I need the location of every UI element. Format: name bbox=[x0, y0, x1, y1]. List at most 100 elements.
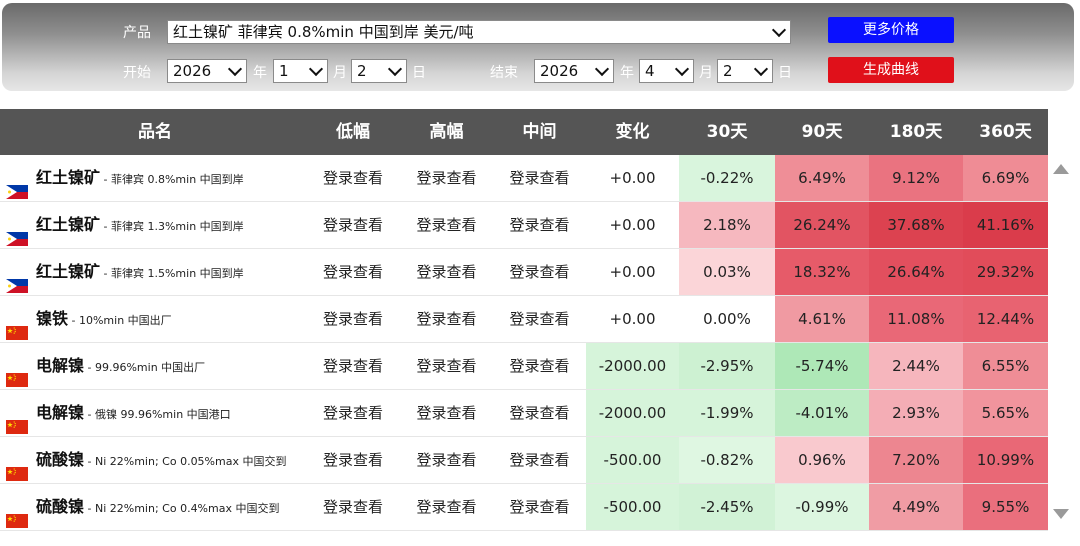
start-year-select[interactable]: 2026 bbox=[167, 59, 247, 83]
low-price-login[interactable]: 登录查看 bbox=[306, 484, 400, 530]
product-name[interactable]: 红土镍矿 - 菲律宾 1.3%min 中国到岸 bbox=[36, 202, 244, 250]
product-spec: 菲律宾 1.3%min 中国到岸 bbox=[110, 220, 244, 233]
table-row-4[interactable]: 镍铁 - 10%min 中国出厂 登录查看 登录查看 登录查看 +0.00 0.… bbox=[0, 296, 1048, 343]
high-price-login[interactable]: 登录查看 bbox=[400, 390, 493, 436]
header-360d[interactable]: 360天 bbox=[963, 109, 1048, 155]
header-30d[interactable]: 30天 bbox=[679, 109, 775, 155]
product-name[interactable]: 红土镍矿 - 菲律宾 1.5%min 中国到岸 bbox=[36, 249, 244, 297]
product-spec: 10%min 中国出厂 bbox=[78, 314, 172, 327]
chevron-down-icon bbox=[753, 61, 769, 77]
product-name[interactable]: 电解镍 - 99.96%min 中国出厂 bbox=[36, 343, 205, 391]
change-180d: 11.08% bbox=[869, 296, 963, 342]
start-month-select[interactable]: 1 bbox=[273, 59, 328, 83]
product-spec: 俄镍 99.96%min 中国港口 bbox=[94, 408, 231, 421]
change-90d: 4.61% bbox=[775, 296, 869, 342]
end-year-select[interactable]: 2026 bbox=[534, 59, 614, 83]
product-name[interactable]: 电解镍 - 俄镍 99.96%min 中国港口 bbox=[36, 390, 231, 438]
change-30d: -0.82% bbox=[679, 437, 775, 483]
start-label: 开始 bbox=[123, 65, 151, 81]
mid-price-login[interactable]: 登录查看 bbox=[493, 343, 586, 389]
product-name-cell[interactable]: 镍铁 - 10%min 中国出厂 bbox=[0, 296, 310, 342]
high-price-login[interactable]: 登录查看 bbox=[400, 249, 493, 295]
table-row-6[interactable]: 电解镍 - 俄镍 99.96%min 中国港口 登录查看 登录查看 登录查看 -… bbox=[0, 390, 1048, 437]
change-360d: 10.99% bbox=[963, 437, 1048, 483]
high-price-login[interactable]: 登录查看 bbox=[400, 437, 493, 483]
table-row-5[interactable]: 电解镍 - 99.96%min 中国出厂 登录查看 登录查看 登录查看 -200… bbox=[0, 343, 1048, 390]
china-flag-icon bbox=[6, 453, 28, 481]
low-price-login[interactable]: 登录查看 bbox=[306, 296, 400, 342]
product-title: 硫酸镍 bbox=[36, 450, 85, 469]
product-separator: - bbox=[84, 408, 95, 421]
change-30d: -1.99% bbox=[679, 390, 775, 436]
header-180d[interactable]: 180天 bbox=[869, 109, 963, 155]
product-name[interactable]: 硫酸镍 - Ni 22%min; Co 0.4%max 中国交到 bbox=[36, 484, 279, 532]
mid-price-login[interactable]: 登录查看 bbox=[493, 249, 586, 295]
mid-price-login[interactable]: 登录查看 bbox=[493, 155, 586, 201]
start-day-select[interactable]: 2 bbox=[351, 59, 407, 83]
change-value: +0.00 bbox=[586, 155, 679, 201]
header-high[interactable]: 高幅 bbox=[400, 109, 493, 155]
product-select[interactable]: 红土镍矿 菲律宾 0.8%min 中国到岸 美元/吨 bbox=[167, 20, 791, 44]
table-row-3[interactable]: 红土镍矿 - 菲律宾 1.5%min 中国到岸 登录查看 登录查看 登录查看 +… bbox=[0, 249, 1048, 296]
header-change[interactable]: 变化 bbox=[586, 109, 679, 155]
low-price-login[interactable]: 登录查看 bbox=[306, 249, 400, 295]
product-name[interactable]: 硫酸镍 - Ni 22%min; Co 0.05%max 中国交到 bbox=[36, 437, 286, 485]
mid-price-login[interactable]: 登录查看 bbox=[493, 484, 586, 530]
mid-price-login[interactable]: 登录查看 bbox=[493, 202, 586, 248]
product-name-cell[interactable]: 硫酸镍 - Ni 22%min; Co 0.4%max 中国交到 bbox=[0, 484, 310, 530]
high-price-login[interactable]: 登录查看 bbox=[400, 155, 493, 201]
table-row-8[interactable]: 硫酸镍 - Ni 22%min; Co 0.4%max 中国交到 登录查看 登录… bbox=[0, 484, 1048, 531]
end-day-select[interactable]: 2 bbox=[717, 59, 773, 83]
low-price-login[interactable]: 登录查看 bbox=[306, 343, 400, 389]
product-select-value: 红土镍矿 菲律宾 0.8%min 中国到岸 美元/吨 bbox=[173, 23, 474, 41]
day-unit: 日 bbox=[412, 65, 426, 81]
header-90d[interactable]: 90天 bbox=[775, 109, 869, 155]
low-price-login[interactable]: 登录查看 bbox=[306, 390, 400, 436]
product-name-cell[interactable]: 红土镍矿 - 菲律宾 0.8%min 中国到岸 bbox=[0, 155, 310, 201]
product-title: 红土镍矿 bbox=[36, 168, 101, 187]
product-spec: 99.96%min 中国出厂 bbox=[94, 361, 206, 374]
more-prices-button[interactable]: 更多价格 bbox=[828, 17, 954, 43]
table-row-2[interactable]: 红土镍矿 - 菲律宾 1.3%min 中国到岸 登录查看 登录查看 登录查看 +… bbox=[0, 202, 1048, 249]
product-title: 红土镍矿 bbox=[36, 215, 101, 234]
product-name-cell[interactable]: 电解镍 - 俄镍 99.96%min 中国港口 bbox=[0, 390, 310, 436]
low-price-login[interactable]: 登录查看 bbox=[306, 155, 400, 201]
mid-price-login[interactable]: 登录查看 bbox=[493, 296, 586, 342]
change-90d: 18.32% bbox=[775, 249, 869, 295]
product-name-cell[interactable]: 红土镍矿 - 菲律宾 1.5%min 中国到岸 bbox=[0, 249, 310, 295]
high-price-login[interactable]: 登录查看 bbox=[400, 343, 493, 389]
mid-price-login[interactable]: 登录查看 bbox=[493, 390, 586, 436]
philippines-flag-icon bbox=[6, 171, 28, 199]
product-name-cell[interactable]: 电解镍 - 99.96%min 中国出厂 bbox=[0, 343, 310, 389]
product-name[interactable]: 红土镍矿 - 菲律宾 0.8%min 中国到岸 bbox=[36, 155, 244, 203]
generate-curve-button[interactable]: 生成曲线 bbox=[828, 57, 954, 83]
china-flag-icon bbox=[6, 406, 28, 434]
philippines-flag-icon bbox=[6, 265, 28, 293]
start-year-value: 2026 bbox=[173, 62, 212, 80]
header-low[interactable]: 低幅 bbox=[306, 109, 400, 155]
product-name[interactable]: 镍铁 - 10%min 中国出厂 bbox=[36, 296, 172, 344]
end-day-value: 2 bbox=[723, 62, 733, 80]
mid-price-login[interactable]: 登录查看 bbox=[493, 437, 586, 483]
product-name-cell[interactable]: 硫酸镍 - Ni 22%min; Co 0.05%max 中国交到 bbox=[0, 437, 310, 483]
scroll-down-icon[interactable] bbox=[1053, 509, 1069, 519]
table-row-7[interactable]: 硫酸镍 - Ni 22%min; Co 0.05%max 中国交到 登录查看 登… bbox=[0, 437, 1048, 484]
high-price-login[interactable]: 登录查看 bbox=[400, 484, 493, 530]
low-price-login[interactable]: 登录查看 bbox=[306, 437, 400, 483]
chevron-down-icon bbox=[674, 61, 690, 77]
table-row-1[interactable]: 红土镍矿 - 菲律宾 0.8%min 中国到岸 登录查看 登录查看 登录查看 +… bbox=[0, 155, 1048, 202]
product-name-cell[interactable]: 红土镍矿 - 菲律宾 1.3%min 中国到岸 bbox=[0, 202, 310, 248]
end-month-select[interactable]: 4 bbox=[639, 59, 694, 83]
header-mid[interactable]: 中间 bbox=[493, 109, 586, 155]
product-title: 电解镍 bbox=[36, 356, 85, 375]
product-separator: - bbox=[100, 173, 111, 186]
header-name[interactable]: 品名 bbox=[0, 109, 310, 155]
end-label: 结束 bbox=[490, 65, 518, 81]
year-unit: 年 bbox=[253, 65, 267, 81]
chevron-down-icon bbox=[308, 61, 324, 77]
low-price-login[interactable]: 登录查看 bbox=[306, 202, 400, 248]
high-price-login[interactable]: 登录查看 bbox=[400, 296, 493, 342]
scroll-up-icon[interactable] bbox=[1053, 164, 1069, 174]
change-value: -500.00 bbox=[586, 437, 679, 483]
high-price-login[interactable]: 登录查看 bbox=[400, 202, 493, 248]
